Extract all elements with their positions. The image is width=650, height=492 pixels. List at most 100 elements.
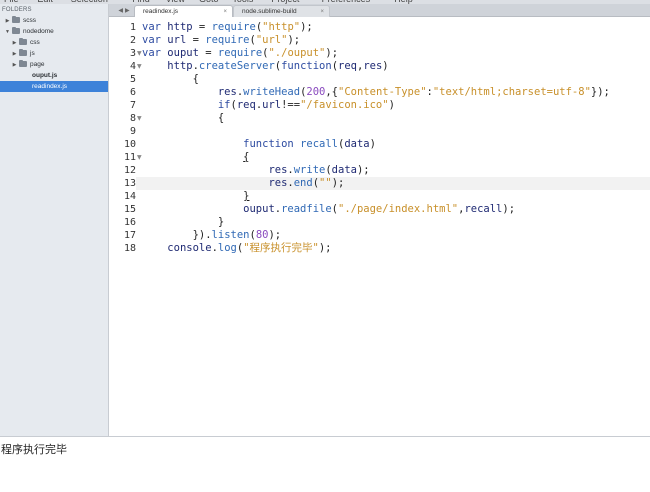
fold-arrow-icon[interactable]: ▼ — [137, 60, 142, 73]
tree-item-label: js — [30, 50, 35, 57]
code-token: res — [217, 86, 237, 98]
sidebar: FOLDERS ▶ scss ▼ nodedome ▶ css ▶ js ▶ page ouput.… — [0, 4, 109, 436]
code-token: writeHead — [243, 86, 301, 98]
tab-nav-left-icon[interactable]: ◀ — [118, 7, 123, 14]
code-token: "./ouput" — [268, 47, 326, 59]
code-token: { — [217, 112, 225, 124]
code-token: ) — [388, 99, 395, 111]
line-number: 9 — [129, 126, 136, 137]
tree-folder-js[interactable]: ▶ js — [0, 48, 108, 59]
code-token: require — [211, 21, 256, 33]
code-token: http — [167, 21, 199, 33]
code-token: 80 — [255, 229, 269, 241]
tab-label: readindex.js — [143, 8, 179, 15]
tree-folder-nodedome[interactable]: ▼ nodedome — [0, 26, 108, 37]
code-token: listen — [211, 229, 250, 241]
code-token: http — [167, 60, 193, 72]
line-number: 5 — [129, 74, 136, 85]
code-line[interactable]: res.writeHead(200,{"Content-Type":"text/… — [142, 86, 610, 99]
line-number: 3 — [129, 48, 136, 59]
code-token: ); — [356, 164, 370, 176]
code-line[interactable]: } — [142, 190, 249, 203]
tree-file-readindex-js[interactable]: readindex.js — [0, 81, 108, 92]
tab-node-sublime-build[interactable]: node.sublime-build × — [233, 5, 330, 17]
line-number: 14 — [123, 191, 136, 202]
code-token: var — [142, 34, 168, 46]
tree-item-label: ouput.js — [32, 72, 58, 79]
line-number: 8 — [129, 113, 136, 124]
tab-nav-right-icon[interactable]: ▶ — [125, 7, 130, 14]
code-token: function — [243, 138, 301, 150]
code-token: ); — [287, 34, 301, 46]
code-line[interactable]: }).listen(80); — [142, 229, 282, 242]
tab-label: node.sublime-build — [242, 8, 297, 15]
code-token: "Content-Type" — [338, 86, 427, 98]
code-token: require — [217, 47, 263, 59]
code-line[interactable]: res.end(""); — [142, 177, 344, 190]
tree-item-label: readindex.js — [32, 83, 68, 90]
code-line[interactable]: http.createServer(function(req,res) — [142, 60, 388, 73]
line-number: 4 — [129, 61, 136, 72]
code-token: readfile — [281, 203, 332, 215]
code-line[interactable]: { — [142, 151, 249, 164]
code-line[interactable]: } — [142, 216, 224, 229]
code-line[interactable]: { — [142, 112, 224, 125]
code-token: if — [217, 99, 231, 111]
code-token: }). — [192, 229, 212, 241]
code-editor[interactable]: 1 2 3 4 5 6 7 8 9 10 11 12 13 14 15 16 17 18 var http = r… — [109, 17, 650, 436]
code-line[interactable]: var http = require("http"); — [142, 21, 313, 34]
code-token: ); — [331, 177, 345, 189]
code-token: res — [363, 60, 383, 72]
code-token: } — [243, 190, 250, 202]
code-line[interactable]: ouput.readfile("./page/index.html",recal… — [142, 203, 515, 216]
tab-readindex[interactable]: readindex.js × — [134, 5, 233, 17]
tree-folder-css[interactable]: ▶ css — [0, 37, 108, 48]
folder-icon — [19, 48, 27, 56]
line-number: 7 — [129, 100, 136, 111]
code-line[interactable]: var url = require("url"); — [142, 34, 300, 47]
code-line[interactable]: if(req.url!=="/favicon.ico") — [142, 99, 395, 112]
tree-folder-page[interactable]: ▶ page — [0, 59, 108, 70]
code-line[interactable]: res.write(data); — [142, 164, 370, 177]
code-token: url — [167, 34, 193, 46]
code-line[interactable]: { — [142, 73, 199, 86]
tree-folder-scss[interactable]: ▶ scss — [0, 15, 108, 26]
code-token: } — [217, 216, 225, 228]
code-token: "./page/index.html" — [338, 203, 459, 215]
line-number: 10 — [123, 139, 136, 150]
code-token: createServer — [198, 60, 275, 72]
folder-icon — [12, 26, 20, 34]
code-token: = — [192, 34, 206, 46]
code-token: require — [205, 34, 250, 46]
folder-icon — [19, 37, 27, 45]
code-token: ); — [325, 47, 339, 59]
code-line[interactable]: function recall(data) — [142, 138, 376, 151]
fold-arrow-icon[interactable]: ▼ — [137, 151, 142, 164]
fold-arrow-icon[interactable]: ▼ — [137, 47, 142, 60]
code-token: ); — [318, 242, 332, 254]
code-token: "程序执行完毕" — [243, 242, 319, 254]
code-token: log — [217, 242, 237, 254]
code-token: data — [344, 138, 370, 150]
tree-file-ouput-js[interactable]: ouput.js — [0, 70, 108, 81]
code-token: res — [268, 177, 288, 189]
line-number-gutter: 1 2 3 4 5 6 7 8 9 10 11 12 13 14 15 16 17 18 — [109, 17, 136, 436]
line-number: 11 — [123, 152, 136, 163]
code-line[interactable]: var ouput = require("./ouput"); — [142, 47, 338, 60]
code-token: data — [331, 164, 357, 176]
fold-arrow-icon[interactable]: ▼ — [137, 112, 142, 125]
code-token: "http" — [262, 21, 301, 33]
code-token: function — [281, 60, 332, 72]
code-token: ouput — [243, 203, 275, 215]
code-token: recall — [464, 203, 503, 215]
code-token: console — [167, 242, 212, 254]
code-line[interactable]: console.log("程序执行完毕"); — [142, 242, 332, 255]
